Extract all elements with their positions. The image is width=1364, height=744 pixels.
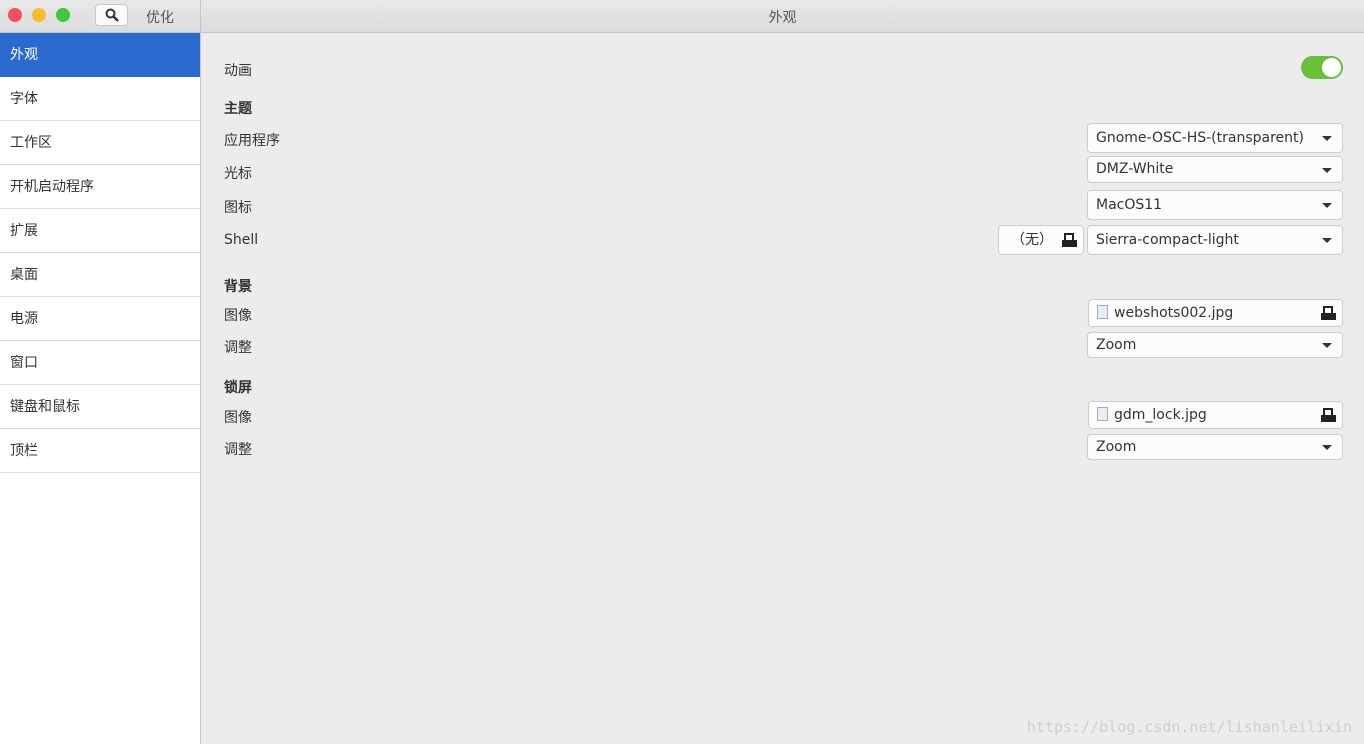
watermark: https://blog.csdn.net/lishanleilixin: [1026, 718, 1352, 736]
chevron-down-icon: [1322, 238, 1332, 243]
header-left: 优化: [0, 0, 201, 33]
image-file-icon: [1097, 407, 1108, 421]
shell-theme-value: Sierra-compact-light: [1096, 232, 1239, 248]
open-file-icon: [1321, 306, 1336, 320]
background-image-label: 图像: [224, 308, 252, 324]
chevron-down-icon: [1322, 343, 1332, 348]
icon-theme-value: MacOS11: [1096, 197, 1163, 213]
chevron-down-icon: [1322, 203, 1332, 208]
app-theme-label: 应用程序: [224, 133, 280, 149]
toggle-knob: [1322, 58, 1341, 77]
minimize-button[interactable]: [32, 8, 46, 22]
title-bar: 优化 外观: [0, 0, 1364, 33]
sidebar-item-windows[interactable]: 窗口: [0, 341, 200, 385]
sidebar-item-fonts[interactable]: 字体: [0, 77, 200, 121]
icon-theme-dropdown[interactable]: MacOS11: [1087, 190, 1343, 220]
animation-label: 动画: [224, 63, 252, 79]
cursor-theme-dropdown[interactable]: DMZ-White: [1087, 156, 1343, 183]
lockscreen-image-chooser[interactable]: gdm_lock.jpg: [1088, 401, 1343, 429]
lockscreen-adjust-dropdown[interactable]: Zoom: [1087, 434, 1343, 460]
app-theme-value: Gnome-OSC-HS-(transparent): [1096, 130, 1304, 146]
sidebar-item-startup-apps[interactable]: 开机启动程序: [0, 165, 200, 209]
lockscreen-adjust-label: 调整: [224, 442, 252, 458]
chevron-down-icon: [1322, 445, 1332, 450]
background-header: 背景: [224, 279, 252, 295]
animation-toggle[interactable]: [1301, 56, 1343, 79]
chevron-down-icon: [1322, 168, 1332, 173]
window-title: 外观: [768, 10, 797, 26]
background-image-value: webshots002.jpg: [1114, 305, 1234, 321]
sidebar-item-power[interactable]: 电源: [0, 297, 200, 341]
image-file-icon: [1097, 305, 1108, 319]
search-icon: [105, 8, 119, 22]
shell-file-value: （无）: [1011, 232, 1053, 248]
sidebar-item-desktop[interactable]: 桌面: [0, 253, 200, 297]
sidebar: 外观 字体 工作区 开机启动程序 扩展 桌面 电源 窗口 键盘和鼠标 顶栏: [0, 33, 201, 744]
lockscreen-image-value: gdm_lock.jpg: [1114, 407, 1207, 423]
lockscreen-header: 锁屏: [224, 380, 252, 396]
cursor-theme-label: 光标: [224, 166, 252, 182]
background-adjust-dropdown[interactable]: Zoom: [1087, 332, 1343, 358]
open-file-icon: [1321, 408, 1336, 422]
cursor-theme-value: DMZ-White: [1096, 161, 1174, 177]
chevron-down-icon: [1322, 136, 1332, 141]
sidebar-item-keyboard-mouse[interactable]: 键盘和鼠标: [0, 385, 200, 429]
sidebar-item-top-bar[interactable]: 顶栏: [0, 429, 200, 473]
lockscreen-adjust-value: Zoom: [1096, 439, 1137, 455]
sidebar-item-workspaces[interactable]: 工作区: [0, 121, 200, 165]
main-panel: 动画 主题 应用程序 Gnome-OSC-HS-(transparent) 光标…: [202, 33, 1364, 744]
background-image-chooser[interactable]: webshots002.jpg: [1088, 299, 1343, 327]
open-file-icon: [1062, 233, 1077, 247]
app-theme-dropdown[interactable]: Gnome-OSC-HS-(transparent): [1087, 123, 1343, 153]
shell-theme-label: Shell: [224, 232, 259, 248]
shell-file-chooser[interactable]: （无）: [998, 225, 1084, 255]
icon-theme-label: 图标: [224, 200, 252, 216]
maximize-button[interactable]: [56, 8, 70, 22]
background-adjust-label: 调整: [224, 340, 252, 356]
app-title: 优化: [146, 10, 174, 26]
themes-header: 主题: [224, 101, 252, 117]
lockscreen-image-label: 图像: [224, 410, 252, 426]
shell-theme-dropdown[interactable]: Sierra-compact-light: [1087, 225, 1343, 255]
search-button[interactable]: [95, 4, 128, 26]
close-button[interactable]: [8, 8, 22, 22]
background-adjust-value: Zoom: [1096, 337, 1137, 353]
sidebar-item-appearance[interactable]: 外观: [0, 33, 200, 77]
sidebar-item-extensions[interactable]: 扩展: [0, 209, 200, 253]
